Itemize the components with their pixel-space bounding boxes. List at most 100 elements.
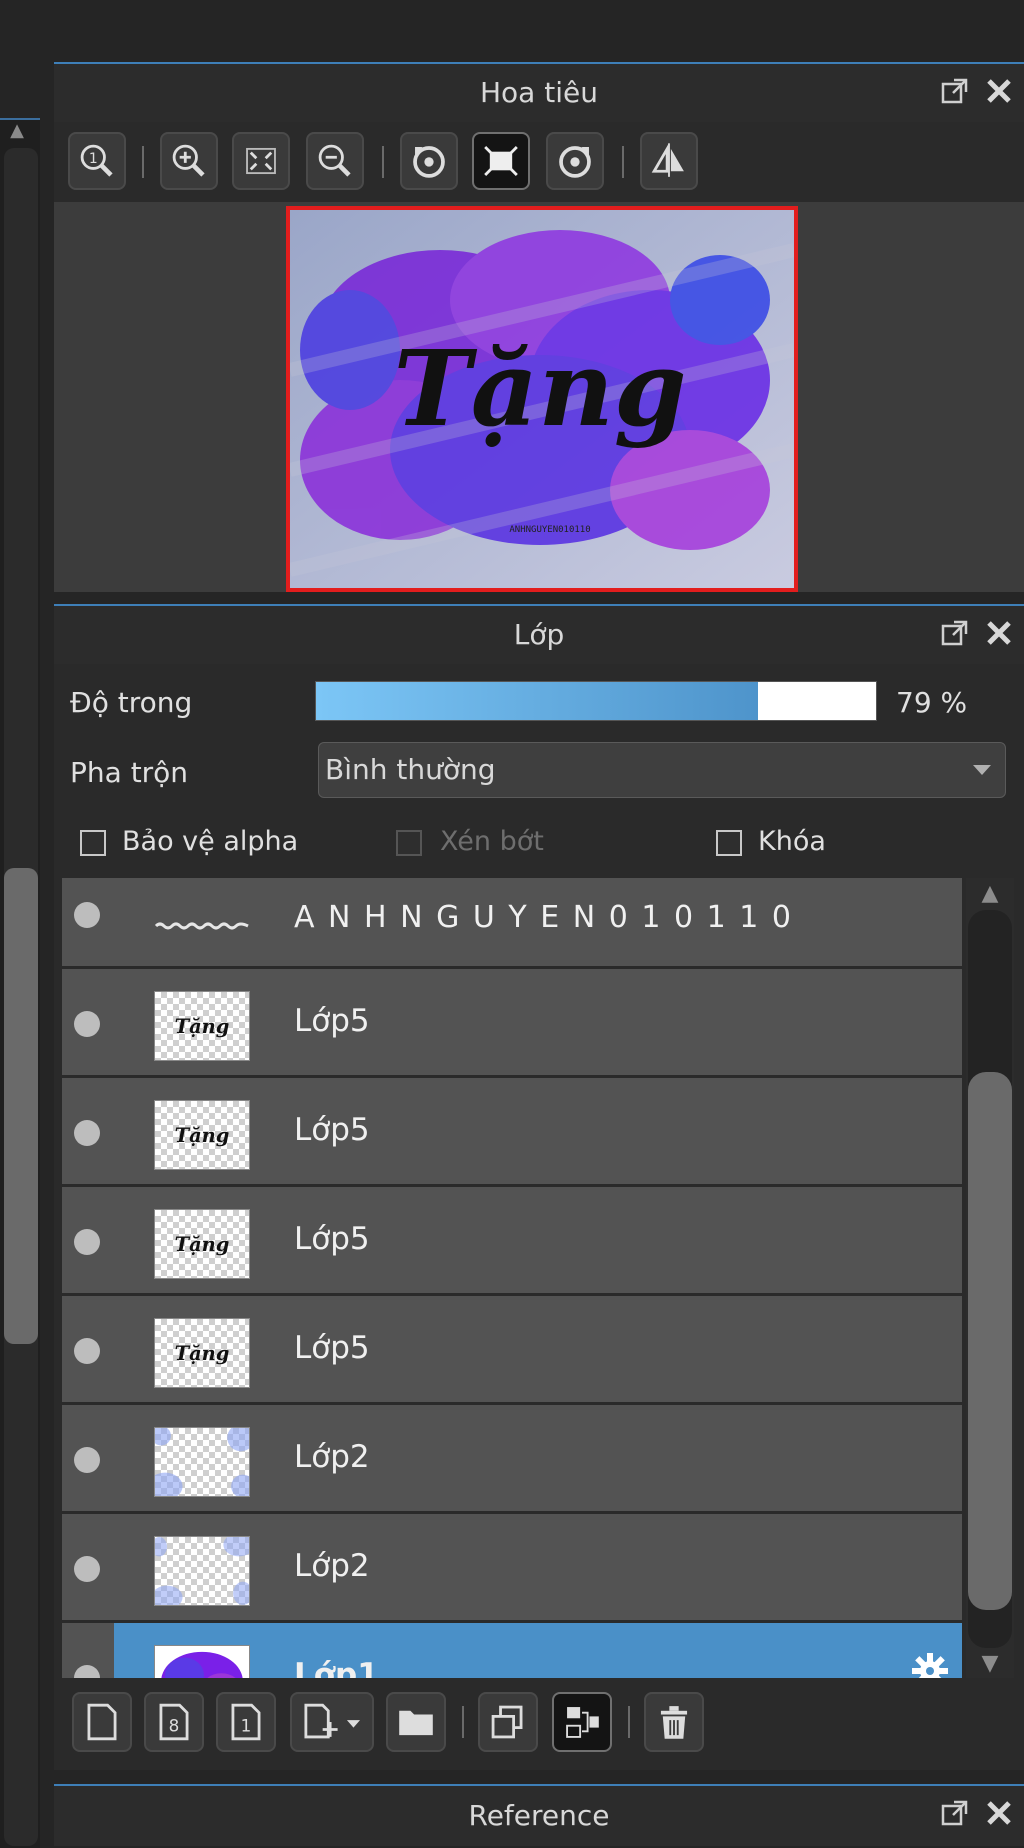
layer-thumbnail: Tặng bbox=[154, 1209, 250, 1279]
delete-layer-button[interactable] bbox=[644, 1692, 704, 1752]
toolbar-separator bbox=[622, 146, 624, 178]
folder-icon bbox=[399, 1710, 433, 1736]
navigator-header: Hoa tiêu bbox=[54, 64, 1024, 122]
new-8bit-layer-button[interactable]: 8 bbox=[144, 1692, 204, 1752]
rotate-left-icon bbox=[413, 146, 445, 178]
layer-thumbnail bbox=[154, 1427, 250, 1497]
opacity-slider-fill bbox=[316, 682, 759, 720]
panel-gap bbox=[54, 592, 1024, 604]
layer-row-selected[interactable]: Lớp1 bbox=[62, 1623, 962, 1678]
undock-icon[interactable] bbox=[940, 618, 970, 648]
merge-down-button[interactable] bbox=[552, 1692, 612, 1752]
fit-screen-button[interactable] bbox=[232, 132, 290, 190]
layer-row[interactable]: Tặng Lớp5 bbox=[62, 1187, 962, 1296]
layers-header: Lớp bbox=[54, 606, 1024, 664]
visibility-toggle[interactable] bbox=[74, 1556, 100, 1582]
layers-title: Lớp bbox=[513, 618, 565, 651]
visibility-toggle[interactable] bbox=[74, 1120, 100, 1146]
svg-text:1: 1 bbox=[89, 151, 98, 167]
reference-header: Reference bbox=[54, 1786, 1024, 1846]
preview-title-text: Tặng bbox=[393, 327, 686, 450]
left-scroll-up-icon[interactable]: ▲ bbox=[6, 122, 28, 140]
toolbar-separator bbox=[628, 1706, 630, 1738]
svg-text:8: 8 bbox=[169, 1715, 180, 1735]
layer-row[interactable]: Lớp2 bbox=[62, 1405, 962, 1514]
layer-name: Lớp2 bbox=[294, 1439, 370, 1475]
zoom-in-button[interactable] bbox=[160, 132, 218, 190]
zoom-100-icon: 1 bbox=[80, 144, 113, 177]
blend-mode-label: Pha trộn bbox=[70, 756, 189, 789]
toolbar-separator bbox=[142, 146, 144, 178]
reference-title: Reference bbox=[468, 1799, 610, 1832]
layer-name: Lớp1 bbox=[294, 1657, 379, 1678]
zoom-out-icon bbox=[318, 144, 351, 177]
lock-checkbox[interactable] bbox=[716, 830, 742, 856]
visibility-toggle[interactable] bbox=[74, 1665, 100, 1678]
add-special-layer-button[interactable] bbox=[290, 1692, 374, 1752]
svg-text:Tặng: Tặng bbox=[175, 1124, 230, 1147]
new-page-icon bbox=[87, 1703, 117, 1741]
reset-view-icon bbox=[484, 146, 518, 176]
layer-thumbnail: Tặng bbox=[154, 1318, 250, 1388]
visibility-toggle[interactable] bbox=[74, 902, 100, 928]
close-icon[interactable] bbox=[984, 1798, 1014, 1828]
visibility-toggle[interactable] bbox=[74, 1229, 100, 1255]
layer-name: Lớp5 bbox=[294, 1330, 370, 1366]
layer-name: Lớp5 bbox=[294, 1221, 370, 1257]
canvas-preview[interactable]: Tặng ANHNGUYEN010110 bbox=[286, 206, 798, 592]
rotate-left-button[interactable] bbox=[400, 132, 458, 190]
layer-row[interactable]: Tặng Lớp5 bbox=[62, 1296, 962, 1405]
8bit-layer-icon: 8 bbox=[159, 1703, 189, 1741]
close-icon[interactable] bbox=[984, 618, 1014, 648]
flip-horizontal-icon bbox=[651, 143, 684, 177]
svg-text:Tặng: Tặng bbox=[175, 1342, 230, 1365]
zoom-actual-size-button[interactable]: 1 bbox=[68, 132, 126, 190]
visibility-toggle[interactable] bbox=[74, 1011, 100, 1037]
undock-icon[interactable] bbox=[940, 76, 970, 106]
svg-text:Tặng: Tặng bbox=[175, 1015, 230, 1038]
undock-icon[interactable] bbox=[940, 1798, 970, 1828]
opacity-slider[interactable] bbox=[315, 681, 877, 721]
clipping-checkbox[interactable] bbox=[396, 830, 422, 856]
fit-screen-icon bbox=[246, 147, 276, 175]
left-scrollbar-thumb[interactable] bbox=[4, 868, 38, 1344]
toolbar-separator bbox=[462, 1706, 464, 1738]
layer-name: Lớp2 bbox=[294, 1548, 370, 1584]
opacity-label: Độ trong bbox=[70, 686, 193, 719]
new-folder-button[interactable] bbox=[386, 1692, 446, 1752]
visibility-toggle[interactable] bbox=[74, 1338, 100, 1364]
navigator-title: Hoa tiêu bbox=[480, 76, 598, 109]
trash-icon bbox=[660, 1706, 688, 1739]
close-icon[interactable] bbox=[984, 76, 1014, 106]
zoom-out-button[interactable] bbox=[306, 132, 364, 190]
new-layer-button[interactable] bbox=[72, 1692, 132, 1752]
layer-scroll-thumb[interactable] bbox=[968, 1072, 1012, 1610]
1bit-layer-icon: 1 bbox=[231, 1703, 261, 1741]
flip-horizontal-button[interactable] bbox=[640, 132, 698, 190]
layer-thumbnail bbox=[154, 1536, 250, 1606]
blend-mode-value: Bình thường bbox=[325, 753, 496, 786]
scroll-down-icon[interactable]: ▼ bbox=[976, 1652, 1004, 1676]
layer-name: Lớp5 bbox=[294, 1112, 370, 1148]
layer-row[interactable]: Tặng Lớp5 bbox=[62, 969, 962, 1078]
protect-alpha-checkbox[interactable] bbox=[80, 830, 106, 856]
layer-name: A N H N G U Y E N 0 1 0 1 1 0 bbox=[294, 900, 793, 935]
toolbar-separator bbox=[382, 146, 384, 178]
clipping-label: Xén bớt bbox=[440, 826, 544, 857]
layer-row[interactable]: A N H N G U Y E N 0 1 0 1 1 0 bbox=[62, 878, 962, 969]
reset-view-button[interactable] bbox=[472, 132, 530, 190]
svg-text:Tặng: Tặng bbox=[175, 1233, 230, 1256]
rotate-right-button[interactable] bbox=[546, 132, 604, 190]
layer-thumbnail bbox=[154, 916, 250, 930]
blend-mode-select[interactable]: Bình thường bbox=[318, 742, 1006, 798]
scroll-up-icon[interactable]: ▲ bbox=[976, 882, 1004, 906]
preview-watermark-text: ANHNGUYEN010110 bbox=[509, 525, 590, 535]
layer-row[interactable]: Lớp2 bbox=[62, 1514, 962, 1623]
new-1bit-layer-button[interactable]: 1 bbox=[216, 1692, 276, 1752]
settings-gear-icon[interactable] bbox=[910, 1651, 950, 1678]
visibility-toggle[interactable] bbox=[74, 1447, 100, 1473]
opacity-value: 79 % bbox=[896, 686, 968, 719]
duplicate-layer-button[interactable] bbox=[478, 1692, 538, 1752]
layer-row[interactable]: Tặng Lớp5 bbox=[62, 1078, 962, 1187]
rotate-right-icon bbox=[559, 146, 591, 178]
